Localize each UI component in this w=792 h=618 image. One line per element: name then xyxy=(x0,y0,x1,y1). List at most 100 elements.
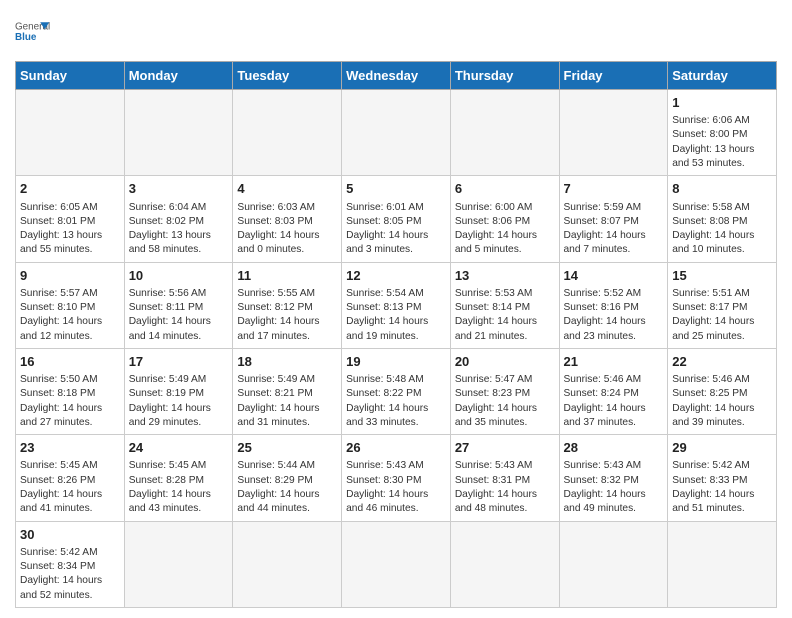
calendar-cell xyxy=(233,521,342,607)
calendar-cell: 8Sunrise: 5:58 AM Sunset: 8:08 PM Daylig… xyxy=(668,176,777,262)
calendar-cell: 6 Sunrise: 6:00 AM Sunset: 8:06 PM Daylig… xyxy=(450,176,559,262)
calendar-cell: 5Sunrise: 6:01 AM Sunset: 8:05 PM Daylig… xyxy=(342,176,451,262)
day-info: Sunrise: 5:42 AM Sunset: 8:33 PM Dayligh… xyxy=(672,459,772,516)
calendar-week-5: 30 Sunrise: 5:42 AM Sunset: 8:34 PM Dayli… xyxy=(16,521,777,607)
day-number: 19 xyxy=(346,353,446,371)
day-info: Sunrise: 5:50 AM Sunset: 8:18 PM Dayligh… xyxy=(20,373,120,430)
logo: General Blue xyxy=(15,15,55,51)
day-number: 25 xyxy=(237,439,337,457)
day-number: 23 xyxy=(20,439,120,457)
day-number: 12 xyxy=(346,267,446,285)
calendar-cell: 3Sunrise: 6:04 AM Sunset: 8:02 PM Daylig… xyxy=(124,176,233,262)
calendar-cell: 25 Sunrise: 5:44 AM Sunset: 8:29 PM Dayli… xyxy=(233,435,342,521)
calendar-cell: 9 Sunrise: 5:57 AM Sunset: 8:10 PM Daylig… xyxy=(16,262,125,348)
calendar-cell xyxy=(233,90,342,176)
day-number: 2 xyxy=(20,180,120,198)
day-number: 20 xyxy=(455,353,555,371)
day-number: 3 xyxy=(129,180,229,198)
calendar-cell: 18 Sunrise: 5:49 AM Sunset: 8:21 PM Dayli… xyxy=(233,348,342,434)
page-header: General Blue xyxy=(15,15,777,51)
calendar-cell: 20 Sunrise: 5:47 AM Sunset: 8:23 PM Dayli… xyxy=(450,348,559,434)
day-info: Sunrise: 5:46 AM Sunset: 8:25 PM Dayligh… xyxy=(672,373,772,430)
day-number: 11 xyxy=(237,267,337,285)
calendar-cell xyxy=(16,90,125,176)
calendar-cell: 27Sunrise: 5:43 AM Sunset: 8:31 PM Dayli… xyxy=(450,435,559,521)
day-number: 24 xyxy=(129,439,229,457)
day-info: Sunrise: 5:49 AM Sunset: 8:19 PM Dayligh… xyxy=(129,373,229,430)
day-info: Sunrise: 5:58 AM Sunset: 8:08 PM Dayligh… xyxy=(672,201,772,258)
calendar-cell xyxy=(450,521,559,607)
day-number: 16 xyxy=(20,353,120,371)
calendar-cell: 10Sunrise: 5:56 AM Sunset: 8:11 PM Dayli… xyxy=(124,262,233,348)
weekday-header-row: SundayMondayTuesdayWednesdayThursdayFrid… xyxy=(16,62,777,90)
day-info: Sunrise: 5:47 AM Sunset: 8:23 PM Dayligh… xyxy=(455,373,555,430)
day-number: 9 xyxy=(20,267,120,285)
calendar-cell: 2 Sunrise: 6:05 AM Sunset: 8:01 PM Daylig… xyxy=(16,176,125,262)
calendar-cell: 30 Sunrise: 5:42 AM Sunset: 8:34 PM Dayli… xyxy=(16,521,125,607)
page-container: General Blue SundayMondayTuesdayWednesda… xyxy=(0,0,792,618)
day-number: 27 xyxy=(455,439,555,457)
day-info: Sunrise: 5:52 AM Sunset: 8:16 PM Dayligh… xyxy=(564,287,664,344)
calendar-table: SundayMondayTuesdayWednesdayThursdayFrid… xyxy=(15,61,777,608)
day-info: Sunrise: 5:49 AM Sunset: 8:21 PM Dayligh… xyxy=(237,373,337,430)
day-info: Sunrise: 5:43 AM Sunset: 8:30 PM Dayligh… xyxy=(346,459,446,516)
calendar-cell: 13Sunrise: 5:53 AM Sunset: 8:14 PM Dayli… xyxy=(450,262,559,348)
day-number: 1 xyxy=(672,94,772,112)
day-number: 6 xyxy=(455,180,555,198)
day-info: Sunrise: 5:42 AM Sunset: 8:34 PM Dayligh… xyxy=(20,546,120,603)
calendar-week-4: 23 Sunrise: 5:45 AM Sunset: 8:26 PM Dayli… xyxy=(16,435,777,521)
calendar-cell: 14Sunrise: 5:52 AM Sunset: 8:16 PM Dayli… xyxy=(559,262,668,348)
calendar-cell: 17 Sunrise: 5:49 AM Sunset: 8:19 PM Dayli… xyxy=(124,348,233,434)
weekday-header-sunday: Sunday xyxy=(16,62,125,90)
day-info: Sunrise: 6:01 AM Sunset: 8:05 PM Dayligh… xyxy=(346,201,446,258)
calendar-week-3: 16 Sunrise: 5:50 AM Sunset: 8:18 PM Dayli… xyxy=(16,348,777,434)
weekday-header-wednesday: Wednesday xyxy=(342,62,451,90)
calendar-cell: 15 Sunrise: 5:51 AM Sunset: 8:17 PM Dayli… xyxy=(668,262,777,348)
day-info: Sunrise: 5:44 AM Sunset: 8:29 PM Dayligh… xyxy=(237,459,337,516)
weekday-header-monday: Monday xyxy=(124,62,233,90)
day-info: Sunrise: 5:45 AM Sunset: 8:26 PM Dayligh… xyxy=(20,459,120,516)
calendar-cell: 23 Sunrise: 5:45 AM Sunset: 8:26 PM Dayli… xyxy=(16,435,125,521)
day-number: 29 xyxy=(672,439,772,457)
weekday-header-friday: Friday xyxy=(559,62,668,90)
calendar-cell xyxy=(124,90,233,176)
day-number: 30 xyxy=(20,526,120,544)
calendar-cell xyxy=(668,521,777,607)
day-info: Sunrise: 5:51 AM Sunset: 8:17 PM Dayligh… xyxy=(672,287,772,344)
day-info: Sunrise: 5:45 AM Sunset: 8:28 PM Dayligh… xyxy=(129,459,229,516)
calendar-cell: 11 Sunrise: 5:55 AM Sunset: 8:12 PM Dayli… xyxy=(233,262,342,348)
day-number: 18 xyxy=(237,353,337,371)
calendar-cell: 28 Sunrise: 5:43 AM Sunset: 8:32 PM Dayli… xyxy=(559,435,668,521)
day-number: 17 xyxy=(129,353,229,371)
day-number: 4 xyxy=(237,180,337,198)
day-info: Sunrise: 5:55 AM Sunset: 8:12 PM Dayligh… xyxy=(237,287,337,344)
calendar-cell xyxy=(342,521,451,607)
calendar-week-2: 9 Sunrise: 5:57 AM Sunset: 8:10 PM Daylig… xyxy=(16,262,777,348)
day-number: 15 xyxy=(672,267,772,285)
day-number: 21 xyxy=(564,353,664,371)
weekday-header-saturday: Saturday xyxy=(668,62,777,90)
calendar-cell: 1Sunrise: 6:06 AM Sunset: 8:00 PM Daylig… xyxy=(668,90,777,176)
day-info: Sunrise: 5:46 AM Sunset: 8:24 PM Dayligh… xyxy=(564,373,664,430)
calendar-week-1: 2 Sunrise: 6:05 AM Sunset: 8:01 PM Daylig… xyxy=(16,176,777,262)
day-number: 7 xyxy=(564,180,664,198)
day-info: Sunrise: 6:03 AM Sunset: 8:03 PM Dayligh… xyxy=(237,201,337,258)
calendar-cell: 19Sunrise: 5:48 AM Sunset: 8:22 PM Dayli… xyxy=(342,348,451,434)
calendar-cell: 24 Sunrise: 5:45 AM Sunset: 8:28 PM Dayli… xyxy=(124,435,233,521)
calendar-cell: 29 Sunrise: 5:42 AM Sunset: 8:33 PM Dayli… xyxy=(668,435,777,521)
day-number: 28 xyxy=(564,439,664,457)
day-number: 26 xyxy=(346,439,446,457)
svg-text:Blue: Blue xyxy=(15,32,37,43)
calendar-cell xyxy=(559,521,668,607)
day-info: Sunrise: 5:54 AM Sunset: 8:13 PM Dayligh… xyxy=(346,287,446,344)
day-number: 22 xyxy=(672,353,772,371)
day-info: Sunrise: 6:00 AM Sunset: 8:06 PM Dayligh… xyxy=(455,201,555,258)
day-info: Sunrise: 5:59 AM Sunset: 8:07 PM Dayligh… xyxy=(564,201,664,258)
day-info: Sunrise: 5:43 AM Sunset: 8:32 PM Dayligh… xyxy=(564,459,664,516)
calendar-cell: 26 Sunrise: 5:43 AM Sunset: 8:30 PM Dayli… xyxy=(342,435,451,521)
day-info: Sunrise: 6:05 AM Sunset: 8:01 PM Dayligh… xyxy=(20,201,120,258)
calendar-cell: 4 Sunrise: 6:03 AM Sunset: 8:03 PM Daylig… xyxy=(233,176,342,262)
day-info: Sunrise: 5:57 AM Sunset: 8:10 PM Dayligh… xyxy=(20,287,120,344)
logo-icon: General Blue xyxy=(15,15,51,51)
calendar-week-0: 1Sunrise: 6:06 AM Sunset: 8:00 PM Daylig… xyxy=(16,90,777,176)
